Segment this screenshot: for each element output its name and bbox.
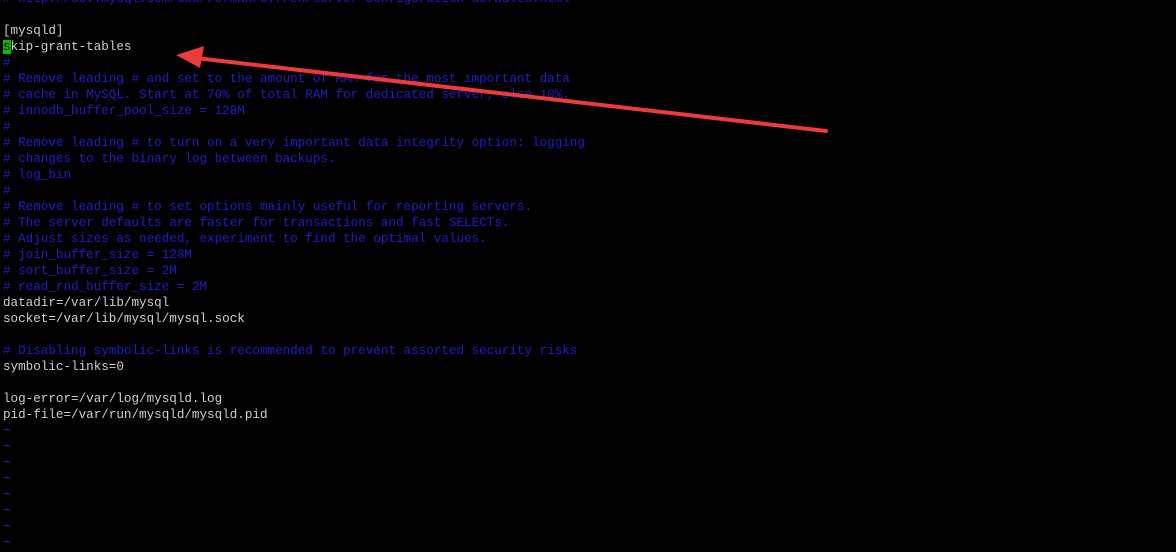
- comment-line: # http://dev.mysql.com/doc/refman/5.7/en…: [3, 0, 1176, 7]
- text-cursor: s: [3, 40, 11, 54]
- empty-line-marker: ~: [3, 504, 11, 518]
- empty-line-marker: ~: [3, 488, 11, 502]
- comment-line: # Remove leading # to turn on a very imp…: [3, 136, 585, 150]
- comment-line: #: [3, 184, 11, 198]
- config-line: datadir=/var/lib/mysql: [3, 296, 170, 310]
- comment-line: #: [3, 120, 11, 134]
- empty-line-marker: ~: [3, 456, 11, 470]
- config-line: pid-file=/var/run/mysqld/mysqld.pid: [3, 408, 268, 422]
- config-line: log-error=/var/log/mysqld.log: [3, 392, 223, 406]
- line-text: kip-grant-tables: [10, 40, 132, 54]
- comment-line: # Remove leading # to set options mainly…: [3, 200, 533, 214]
- empty-line-marker: ~: [3, 440, 11, 454]
- comment-line: # Adjust sizes as needed, experiment to …: [3, 232, 487, 246]
- comment-line: # log_bin: [3, 168, 72, 182]
- comment-line: # changes to the binary log between back…: [3, 152, 336, 166]
- comment-line: # cache in MySQL. Start at 70% of total …: [3, 88, 570, 102]
- comment-line: # Remove leading # and set to the amount…: [3, 72, 570, 86]
- empty-line-marker: ~: [3, 472, 11, 486]
- config-line-with-cursor: skip-grant-tables: [3, 39, 1176, 55]
- comment-line: # Disabling symbolic-links is recommende…: [3, 344, 578, 358]
- comment-line: #: [3, 56, 11, 70]
- empty-line-marker: ~: [3, 424, 11, 438]
- config-line: symbolic-links=0: [3, 360, 124, 374]
- config-line: socket=/var/lib/mysql/mysql.sock: [3, 312, 245, 326]
- comment-line: # innodb_buffer_pool_size = 128M: [3, 104, 245, 118]
- vim-editor[interactable]: # http://dev.mysql.com/doc/refman/5.7/en…: [3, 0, 1176, 551]
- comment-line: # sort_buffer_size = 2M: [3, 264, 177, 278]
- comment-line: # read_rnd_buffer_size = 2M: [3, 280, 208, 294]
- comment-line: # join_buffer_size = 128M: [3, 248, 192, 262]
- empty-line-marker: ~: [3, 520, 11, 534]
- config-line: [mysqld]: [3, 24, 64, 38]
- empty-line-marker: ~: [3, 536, 11, 550]
- comment-line: # The server defaults are faster for tra…: [3, 216, 510, 230]
